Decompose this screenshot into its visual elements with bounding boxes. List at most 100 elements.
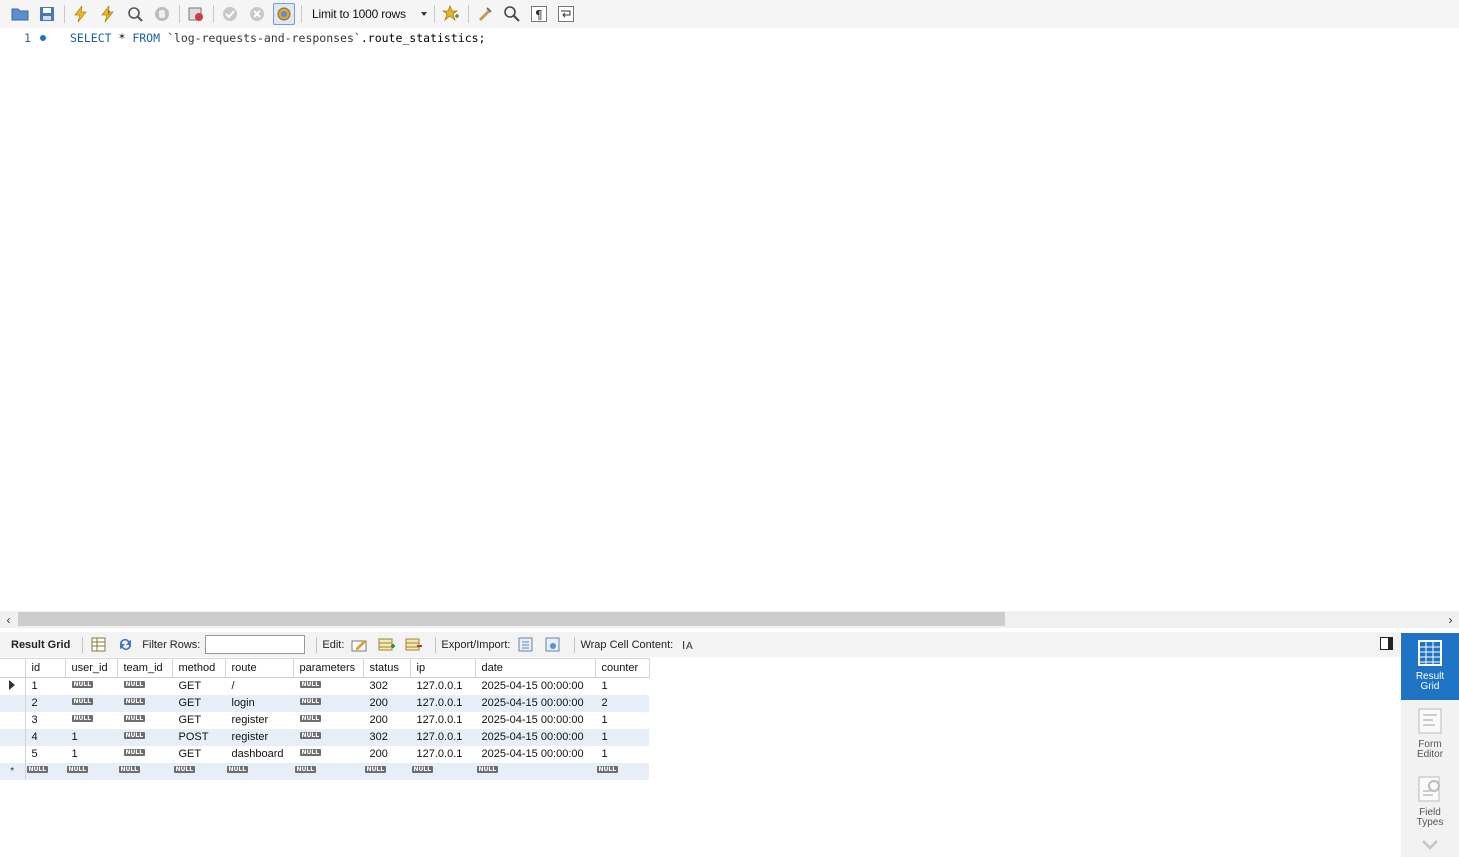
wrap-cell-icon[interactable]: IA (678, 635, 698, 655)
cell-counter[interactable]: 1 (595, 678, 649, 695)
cell-route[interactable]: / (225, 678, 293, 695)
col-header-user-id[interactable]: user_id (65, 658, 118, 678)
cell-ip[interactable]: 127.0.0.1 (410, 728, 475, 746)
save-icon[interactable] (36, 3, 58, 25)
col-header-date[interactable]: date (475, 658, 596, 678)
cell-id[interactable]: NULL (25, 762, 65, 780)
table-row[interactable]: 2 NULL NULL GET login NULL 200 127.0.0.1 2025-04… (0, 694, 649, 712)
cell-parameters[interactable]: NULL (293, 762, 363, 780)
edit-row-icon[interactable] (349, 635, 369, 655)
table-row[interactable]: 3 NULL NULL GET register NULL 200 127.0.0.1 2025… (0, 711, 649, 729)
filter-rows-input[interactable] (205, 635, 306, 654)
cell-user-id[interactable]: 1 (65, 746, 117, 763)
toggle-side-panel-icon[interactable] (1379, 636, 1394, 651)
cell-id[interactable]: 2 (25, 694, 65, 712)
cell-parameters[interactable]: NULL (293, 746, 363, 763)
cell-id[interactable]: 4 (25, 728, 65, 746)
cell-team-id[interactable]: NULL (117, 728, 172, 746)
table-row[interactable]: 4 1 NULL POST register NULL 302 127.0.0.1 2025-0… (0, 728, 649, 746)
cell-team-id[interactable]: NULL (117, 678, 172, 695)
cell-route[interactable]: register (225, 728, 293, 746)
execute-current-icon[interactable]: I (97, 3, 119, 25)
add-row-icon[interactable] (376, 635, 396, 655)
cell-counter[interactable]: NULL (595, 762, 649, 780)
sql-editor[interactable]: 1 SELECT * FROM `log-requests-and-respon… (0, 28, 1459, 611)
table-row[interactable]: 1 NULL NULL GET / NULL 302 127.0.0.1 2025-04-15 … (0, 677, 649, 695)
cell-method[interactable]: GET (172, 746, 225, 763)
cell-ip[interactable]: 127.0.0.1 (410, 694, 475, 712)
cell-id[interactable]: 5 (25, 746, 65, 763)
chevron-down-icon[interactable] (1421, 839, 1439, 851)
row-gutter[interactable] (0, 694, 26, 712)
find-icon[interactable] (501, 3, 523, 25)
cell-status[interactable]: 302 (363, 678, 410, 695)
import-icon[interactable] (542, 635, 562, 655)
cell-ip[interactable]: 127.0.0.1 (410, 712, 475, 729)
wrap-icon[interactable] (555, 3, 577, 25)
autocommit-icon[interactable] (273, 3, 295, 25)
new-row[interactable]: * NULL NULL NULL NULL NULL NULL NULL NULL NULL NUL… (0, 762, 649, 780)
cell-user-id[interactable]: 1 (65, 728, 117, 746)
cell-ip[interactable]: 127.0.0.1 (410, 746, 475, 763)
cell-method[interactable]: POST (172, 728, 225, 746)
cell-date[interactable]: 2025-04-15 00:00:00 (475, 746, 595, 763)
col-header-team-id[interactable]: team_id (117, 658, 173, 678)
cell-ip[interactable]: NULL (410, 762, 475, 780)
cell-counter[interactable]: 1 (595, 728, 649, 746)
col-header-method[interactable]: method (172, 658, 226, 678)
row-gutter[interactable] (0, 745, 26, 763)
cell-counter[interactable]: 1 (595, 746, 649, 763)
rollback-icon[interactable] (246, 3, 268, 25)
refresh-icon[interactable] (115, 635, 135, 655)
export-icon[interactable] (515, 635, 535, 655)
bookmark-icon[interactable] (440, 3, 462, 25)
explain-icon[interactable] (124, 3, 146, 25)
cell-route[interactable]: register (225, 712, 293, 729)
cell-date[interactable]: 2025-04-15 00:00:00 (475, 712, 595, 729)
col-header-ip[interactable]: ip (410, 658, 476, 678)
table-row[interactable]: 5 1 NULL GET dashboard NULL 200 127.0.0.1 2025-0… (0, 745, 649, 763)
cell-ip[interactable]: 127.0.0.1 (410, 678, 475, 695)
cell-counter[interactable]: 1 (595, 712, 649, 729)
row-gutter[interactable]: * (0, 762, 26, 780)
scrollbar-thumb[interactable] (18, 612, 1005, 626)
cell-team-id[interactable]: NULL (117, 762, 172, 780)
cell-parameters[interactable]: NULL (293, 728, 363, 746)
execute-icon[interactable] (70, 3, 92, 25)
cell-method[interactable]: GET (172, 694, 225, 712)
commit-icon[interactable] (219, 3, 241, 25)
cell-date[interactable]: NULL (475, 762, 595, 780)
cell-method[interactable]: NULL (172, 762, 225, 780)
cell-parameters[interactable]: NULL (293, 678, 363, 695)
cell-route[interactable]: NULL (225, 762, 293, 780)
col-header-counter[interactable]: counter (595, 658, 650, 678)
cell-status[interactable]: 200 (363, 712, 410, 729)
open-folder-icon[interactable] (9, 3, 31, 25)
row-gutter[interactable] (0, 711, 26, 729)
cell-date[interactable]: 2025-04-15 00:00:00 (475, 694, 595, 712)
cell-team-id[interactable]: NULL (117, 746, 172, 763)
cell-counter[interactable]: 2 (595, 694, 649, 712)
side-result-grid-button[interactable]: Result Grid (1401, 633, 1459, 700)
cell-id[interactable]: 3 (25, 712, 65, 729)
cell-team-id[interactable]: NULL (117, 712, 172, 729)
cell-route[interactable]: login (225, 694, 293, 712)
cell-user-id[interactable]: NULL (65, 694, 117, 712)
scroll-left-icon[interactable]: ‹ (2, 613, 15, 627)
cell-user-id[interactable]: NULL (65, 762, 117, 780)
toggle-error-icon[interactable] (185, 3, 207, 25)
cell-parameters[interactable]: NULL (293, 712, 363, 729)
invisible-chars-icon[interactable]: ¶ (528, 3, 550, 25)
cell-method[interactable]: GET (172, 712, 225, 729)
row-gutter[interactable] (0, 728, 26, 746)
cell-method[interactable]: GET (172, 678, 225, 695)
side-field-types-button[interactable]: Field Types (1401, 773, 1459, 833)
cell-user-id[interactable]: NULL (65, 678, 117, 695)
delete-row-icon[interactable] (403, 635, 423, 655)
cell-status[interactable]: 200 (363, 694, 410, 712)
editor-horizontal-scrollbar[interactable]: ‹ › (0, 611, 1459, 628)
col-header-id[interactable]: id (25, 658, 66, 678)
stop-icon[interactable] (151, 3, 173, 25)
cell-user-id[interactable]: NULL (65, 712, 117, 729)
grid-layout-icon[interactable] (88, 635, 108, 655)
